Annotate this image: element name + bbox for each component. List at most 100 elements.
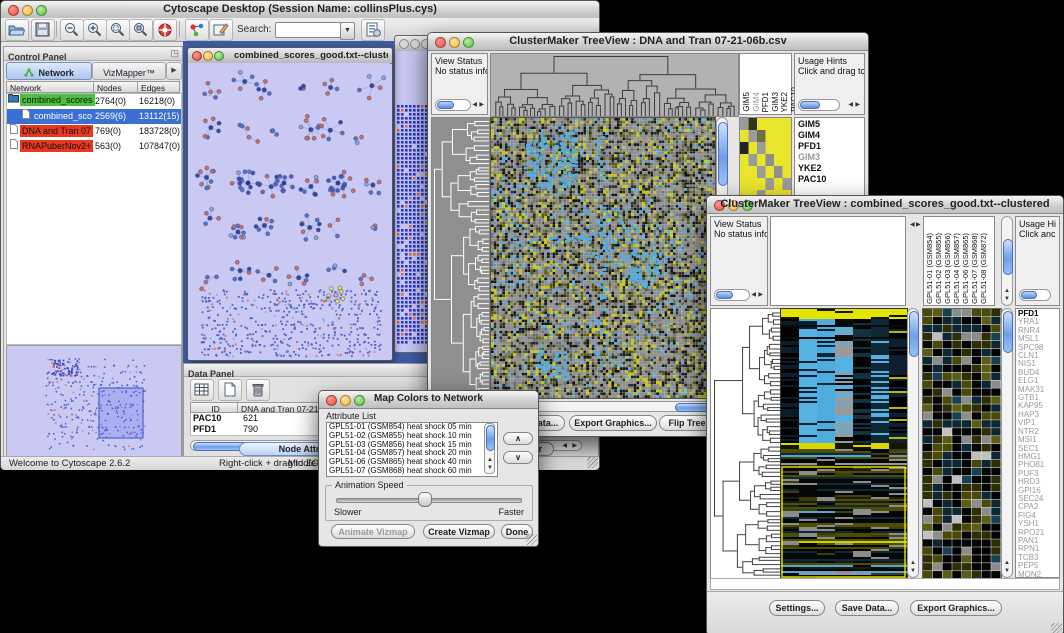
heatmap-zoom[interactable] bbox=[740, 118, 791, 202]
scroll-right-icon[interactable]: ▶ bbox=[855, 102, 860, 109]
create-vizmap-button[interactable]: Create Vizmap bbox=[423, 524, 495, 539]
scroll-left-icon[interactable]: ◀ bbox=[848, 102, 853, 109]
table-row[interactable]: DNA and Tran 07 769(0) 183728(0) bbox=[7, 124, 181, 139]
column-label[interactable]: GPL51-06 (GSM865) bbox=[961, 233, 970, 304]
view-status-scrollbar[interactable] bbox=[714, 289, 750, 301]
row-dendrogram[interactable] bbox=[710, 308, 782, 580]
heatmap-global[interactable] bbox=[490, 117, 716, 399]
dialog-title-bar[interactable]: Map Colors to Network bbox=[319, 391, 538, 409]
column-label[interactable]: GIM4 bbox=[752, 92, 762, 112]
main-title-bar[interactable]: Cytoscape Desktop (Session Name: collins… bbox=[1, 1, 599, 19]
column-label[interactable]: GPL51-08 (GSM872) bbox=[979, 233, 988, 304]
gene-label[interactable]: GIM4 bbox=[798, 130, 864, 141]
heatmap-global[interactable] bbox=[780, 308, 908, 580]
column-label[interactable]: GIM5 bbox=[742, 92, 752, 112]
scrollbar-thumb[interactable] bbox=[1003, 239, 1013, 275]
scroll-down-icon[interactable]: ▼ bbox=[910, 568, 916, 575]
search-dropdown-icon[interactable]: ▼ bbox=[340, 22, 355, 40]
tab-vizmapper[interactable]: VizMapper™ bbox=[92, 62, 166, 80]
column-dendrogram-area[interactable] bbox=[770, 216, 906, 306]
animate-vizmap-button[interactable]: Animate Vizmap bbox=[331, 524, 415, 539]
column-label[interactable]: YKE2 bbox=[780, 92, 790, 112]
vizmapper-icon[interactable] bbox=[185, 19, 209, 41]
column-label[interactable]: GPL51-01 (GSM854) bbox=[925, 233, 934, 304]
settings-button[interactable]: Settings... bbox=[769, 600, 825, 616]
edit-icon[interactable] bbox=[209, 19, 233, 41]
treeview2-hscrollbar[interactable] bbox=[710, 578, 1060, 590]
resize-grip[interactable] bbox=[587, 457, 598, 468]
network-window-1[interactable]: combined_scores_good.txt--cluste... bbox=[187, 47, 393, 361]
column-label[interactable]: GPL51-04 (GSM857) bbox=[952, 233, 961, 304]
scroll-left-icon[interactable]: ◀ bbox=[472, 102, 477, 109]
gene-label[interactable]: PAC10 bbox=[798, 174, 864, 185]
attribute-table-icon[interactable] bbox=[190, 379, 214, 401]
column-header-edges[interactable]: Edges bbox=[137, 81, 180, 93]
new-attribute-icon[interactable] bbox=[218, 379, 242, 401]
speed-slider-thumb[interactable] bbox=[418, 492, 432, 507]
gene-label[interactable]: PFD1 bbox=[798, 141, 864, 152]
zoom-window-icon[interactable] bbox=[214, 51, 224, 61]
move-down-button[interactable]: ∨ bbox=[503, 451, 533, 464]
attribute-doc-icon[interactable] bbox=[361, 19, 385, 41]
save-icon[interactable] bbox=[31, 19, 55, 41]
scrollbar-thumb[interactable] bbox=[909, 311, 919, 357]
export-graphics-button[interactable]: Export Graphics... bbox=[910, 600, 1002, 616]
table-row[interactable]: RNAPuberNov2+ 563(0) 107847(0) bbox=[7, 139, 181, 154]
scroll-right-icon[interactable]: ▶ bbox=[479, 102, 484, 109]
gene-label[interactable]: YKE2 bbox=[798, 163, 864, 174]
search-input[interactable] bbox=[275, 22, 341, 38]
move-up-button[interactable]: ∧ bbox=[503, 432, 533, 445]
usage-hints-scrollbar[interactable] bbox=[798, 99, 840, 111]
export-graphics-button[interactable]: Export Graphics... bbox=[569, 415, 657, 431]
save-data-button[interactable]: Save Data... bbox=[835, 600, 899, 616]
zoom-out-icon[interactable] bbox=[60, 19, 84, 41]
treeview1-title-bar[interactable]: ClusterMaker TreeView : DNA and Tran 07-… bbox=[428, 33, 868, 51]
zoom-in-icon[interactable] bbox=[83, 19, 107, 41]
gene-list-scrollbar[interactable]: ▲ ▼ bbox=[1001, 308, 1013, 578]
row-dendrogram[interactable] bbox=[431, 117, 490, 399]
scroll-left-icon[interactable]: ◀ bbox=[562, 443, 567, 450]
scroll-up-icon[interactable]: ▲ bbox=[910, 560, 916, 567]
close-icon[interactable] bbox=[192, 51, 202, 61]
scroll-right-icon[interactable]: ▶ bbox=[916, 222, 921, 229]
list-item[interactable]: GPL51-07 (GSM868) heat shock 60 min bbox=[327, 467, 497, 476]
gene-label[interactable]: GIM5 bbox=[798, 119, 864, 130]
float-panel-icon[interactable]: ◳ bbox=[170, 48, 179, 59]
scroll-left-icon[interactable]: ◀ bbox=[751, 292, 756, 299]
scroll-up-icon[interactable]: ▲ bbox=[1004, 288, 1010, 295]
delete-attribute-icon[interactable] bbox=[246, 379, 270, 401]
gene-label[interactable]: GIM3 bbox=[798, 152, 864, 163]
heatmap-vscrollbar[interactable]: ▲ ▼ bbox=[907, 308, 919, 578]
network-canvas[interactable] bbox=[188, 63, 390, 359]
gene-label[interactable]: MON2 bbox=[1018, 571, 1059, 578]
column-header-network[interactable]: Network bbox=[6, 81, 94, 93]
open-folder-icon[interactable] bbox=[5, 19, 29, 41]
resize-grip[interactable] bbox=[526, 534, 537, 545]
view-status-scrollbar[interactable] bbox=[435, 99, 471, 111]
resize-grip[interactable] bbox=[1051, 623, 1062, 633]
heatmap-zoom[interactable] bbox=[922, 308, 1002, 580]
attribute-list-scrollbar[interactable]: ▲ ▼ bbox=[484, 423, 495, 474]
minimize-icon[interactable] bbox=[410, 39, 420, 49]
scrollbar-thumb[interactable] bbox=[718, 122, 728, 186]
network-window-title-bar[interactable]: combined_scores_good.txt--cluste... bbox=[188, 48, 392, 64]
scroll-left-icon[interactable]: ◀ bbox=[910, 222, 915, 229]
scroll-down-icon[interactable]: ▼ bbox=[1004, 296, 1010, 303]
scroll-up-icon[interactable]: ▲ bbox=[487, 457, 493, 464]
zoom-selected-icon[interactable] bbox=[106, 19, 130, 41]
scroll-down-icon[interactable]: ▼ bbox=[487, 465, 493, 472]
zoom-fit-icon[interactable] bbox=[129, 19, 153, 41]
annotation-ring-icon[interactable] bbox=[153, 19, 177, 41]
column-header-id[interactable]: ID bbox=[190, 402, 238, 413]
column-dendrogram[interactable] bbox=[490, 53, 739, 117]
column-label[interactable]: GPL51-07 (GSM868) bbox=[970, 233, 979, 304]
column-label[interactable]: GPL51-02 (GSM855) bbox=[934, 233, 943, 304]
scrollbar-thumb[interactable] bbox=[486, 425, 495, 451]
column-labels-scrollbar[interactable]: ▲ ▼ bbox=[1001, 216, 1013, 306]
scrollbar-thumb[interactable] bbox=[1003, 311, 1013, 353]
column-label[interactable]: PFD1 bbox=[761, 92, 771, 112]
scroll-down-icon[interactable]: ▼ bbox=[1004, 568, 1010, 575]
minimize-icon[interactable] bbox=[203, 51, 213, 61]
network-overview-panel[interactable] bbox=[6, 345, 182, 457]
scroll-up-icon[interactable]: ▲ bbox=[1004, 560, 1010, 567]
